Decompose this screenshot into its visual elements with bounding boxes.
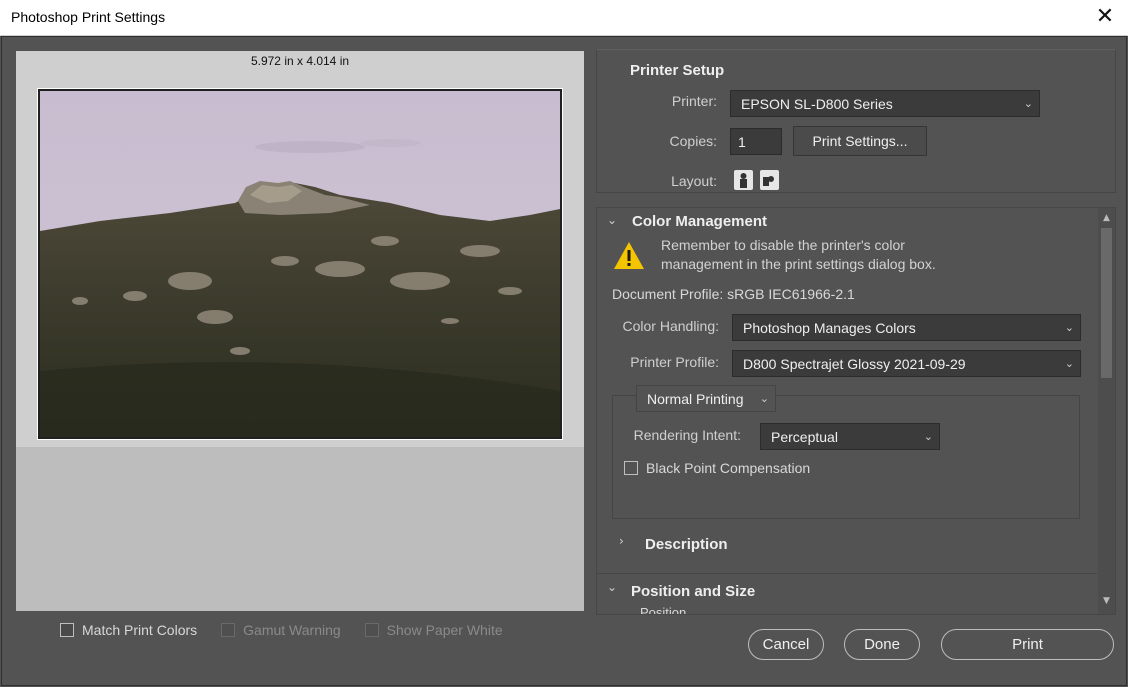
chevron-down-icon: ⌄ [759,392,769,405]
document-profile: Document Profile: sRGB IEC61966-2.1 [612,286,855,302]
warning-line-2: management in the print settings dialog … [661,256,936,272]
checkbox-box[interactable] [60,623,74,637]
color-panel-scrollbar[interactable]: ▲ ▼ [1098,208,1115,614]
checkbox-box [221,623,236,637]
chevron-down-icon: ⌄ [1064,357,1074,370]
position-label: Position [640,605,687,615]
print-button[interactable]: Print [941,629,1114,660]
printer-select[interactable]: EPSON SL-D800 Series ⌄ [730,90,1040,117]
window-title: Photoshop Print Settings [11,9,166,25]
description-heading[interactable]: Description [645,536,728,553]
gamut-warning-checkbox: Gamut Warning [221,622,341,638]
landscape-photo [40,91,560,437]
print-preview-area: 5.972 in x 4.014 in [16,51,584,611]
collapse-chevron-icon[interactable]: ⌄ [607,580,617,594]
printer-profile-label: Printer Profile: [630,354,719,370]
rendering-intent-label: Rendering Intent: [633,427,741,443]
warning-line-1: Remember to disable the printer's color [661,237,905,253]
checkbox-box[interactable] [624,461,638,475]
printing-mode-select[interactable]: Normal Printing ⌄ [636,385,776,412]
document-profile-label: Document Profile: [612,286,724,302]
printer-value: EPSON SL-D800 Series [741,96,893,112]
color-management-panel: ⌄ Color Management Remember to disable t… [596,207,1116,615]
layout-label: Layout: [671,173,717,189]
chevron-down-icon: ⌄ [1064,321,1074,334]
checkbox-box [364,623,379,637]
scroll-up-icon[interactable]: ▲ [1098,213,1115,223]
color-handling-value: Photoshop Manages Colors [743,320,916,336]
copies-label: Copies: [669,133,717,149]
rendering-intent-value: Perceptual [771,429,838,445]
printing-mode-value: Normal Printing [647,391,744,407]
printer-profile-select[interactable]: D800 Spectrajet Glossy 2021-09-29 ⌄ [732,350,1081,377]
preview-image[interactable] [37,88,563,440]
copies-input[interactable]: 1 [730,128,782,155]
warning-triangle-icon [613,241,645,273]
match-print-colors-checkbox[interactable]: Match Print Colors [60,622,197,638]
close-icon[interactable]: ✕ [1082,0,1128,36]
printer-setup-panel: Printer Setup Printer: EPSON SL-D800 Ser… [596,49,1116,193]
printer-label: Printer: [671,93,717,109]
chevron-down-icon: ⌄ [1023,97,1033,110]
checkbox-label: Gamut Warning [243,622,341,638]
collapse-chevron-icon[interactable]: ⌄ [607,213,617,227]
position-size-heading: Position and Size [631,583,756,600]
color-handling-select[interactable]: Photoshop Manages Colors ⌄ [732,314,1081,341]
paper-preview: 5.972 in x 4.014 in [16,51,584,447]
landscape-layout-icon[interactable] [760,170,779,190]
portrait-layout-icon[interactable] [734,170,753,190]
section-divider [597,573,1097,574]
print-settings-button[interactable]: Print Settings... [793,126,927,156]
black-point-compensation-checkbox[interactable]: Black Point Compensation [624,460,810,476]
preview-options: Match Print Colors Gamut Warning Show Pa… [60,622,503,638]
print-dimensions-label: 5.972 in x 4.014 in [250,54,350,68]
rendering-options-group [612,395,1080,519]
printer-color-warning: Remember to disable the printer's color … [661,236,1021,274]
rendering-intent-select[interactable]: Perceptual ⌄ [760,423,940,450]
checkbox-label: Black Point Compensation [646,460,811,476]
color-management-heading: Color Management [632,213,768,230]
done-button[interactable]: Done [844,629,920,660]
scrollbar-thumb[interactable] [1101,228,1112,378]
printer-profile-value: D800 Spectrajet Glossy 2021-09-29 [743,356,966,372]
cancel-button[interactable]: Cancel [748,629,824,660]
document-profile-value: sRGB IEC61966-2.1 [727,286,855,302]
scroll-down-icon[interactable]: ▼ [1098,596,1115,606]
show-paper-white-checkbox: Show Paper White [364,622,503,638]
print-settings-dialog: 5.972 in x 4.014 in Match Print Colors G… [1,36,1127,686]
checkbox-label: Show Paper White [386,622,503,638]
color-handling-label: Color Handling: [622,318,720,334]
title-bar: Photoshop Print Settings ✕ [0,0,1128,36]
expand-chevron-icon[interactable]: › [619,534,624,548]
checkbox-label: Match Print Colors [82,622,198,638]
printer-setup-heading: Printer Setup [630,62,725,79]
chevron-down-icon: ⌄ [923,430,933,443]
